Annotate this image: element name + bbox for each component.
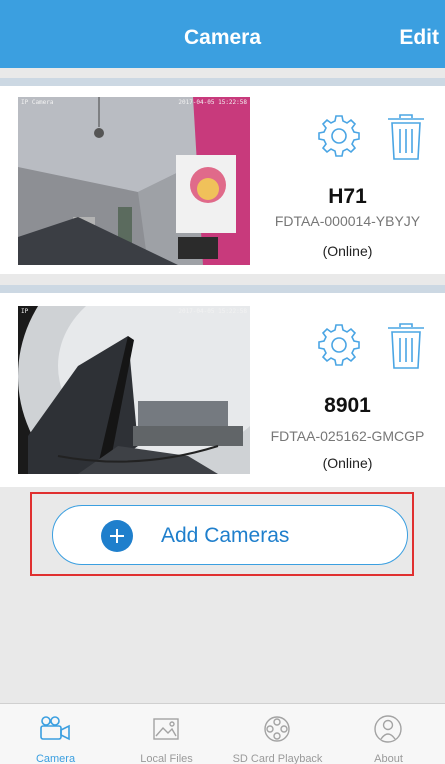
camera-thumbnail[interactable]: IP 2017-04-05 15:22:58	[18, 306, 250, 474]
trash-icon[interactable]	[386, 113, 426, 161]
camera-status: (Online)	[322, 455, 373, 471]
tab-label: SD Card Playback	[232, 753, 323, 764]
tab-label: About	[374, 753, 403, 764]
room-snapshot	[18, 97, 250, 265]
tab-label: Local Files	[140, 753, 193, 764]
camera-uid: FDTAA-000014-YBYJY	[274, 213, 421, 229]
camera-status: (Online)	[322, 243, 373, 259]
camera-thumbnail[interactable]: IP Camera 2017-04-05 15:22:58	[18, 97, 250, 265]
tab-about[interactable]: About	[333, 704, 444, 764]
tab-bar: Camera Local Files SD Card Playback Abou…	[0, 703, 445, 764]
camera-uid: FDTAA-025162-GMCGP	[270, 428, 425, 444]
user-icon	[374, 715, 402, 743]
osd-label: IP Camera	[21, 99, 54, 106]
edit-button[interactable]: Edit	[399, 26, 439, 50]
film-reel-icon	[264, 716, 290, 742]
camera-name: 8901	[324, 394, 371, 417]
camera-card: IP 2017-04-05 15:22:58 8901 FDTAA-025162…	[0, 293, 445, 487]
nav-bar: Camera Edit	[0, 0, 445, 68]
camera-name: H71	[328, 185, 367, 208]
gear-icon[interactable]	[316, 322, 362, 368]
plus-circle-icon	[101, 520, 133, 552]
camera-actions	[316, 113, 436, 163]
osd-timestamp: 2017-04-05 15:22:58	[178, 308, 247, 315]
camera-icon	[40, 716, 70, 741]
tab-local-files[interactable]: Local Files	[111, 704, 222, 764]
camera-card: IP Camera 2017-04-05 15:22:58 H71 FDTAA-…	[0, 86, 445, 274]
fisheye-snapshot	[18, 306, 250, 474]
osd-label: IP	[21, 308, 29, 315]
divider	[0, 78, 445, 86]
tab-label: Camera	[35, 753, 76, 764]
tab-sd-card-playback[interactable]: SD Card Playback	[222, 704, 333, 764]
tab-camera[interactable]: Camera	[0, 704, 111, 764]
add-cameras-label: Add Cameras	[161, 524, 290, 547]
trash-icon[interactable]	[386, 322, 426, 370]
page-title: Camera	[183, 26, 262, 49]
osd-timestamp: 2017-04-05 15:22:58	[178, 99, 247, 106]
image-icon	[153, 718, 179, 740]
add-cameras-button[interactable]: Add Cameras	[52, 505, 408, 565]
divider	[0, 285, 445, 293]
camera-actions	[316, 322, 436, 372]
gear-icon[interactable]	[316, 113, 362, 159]
